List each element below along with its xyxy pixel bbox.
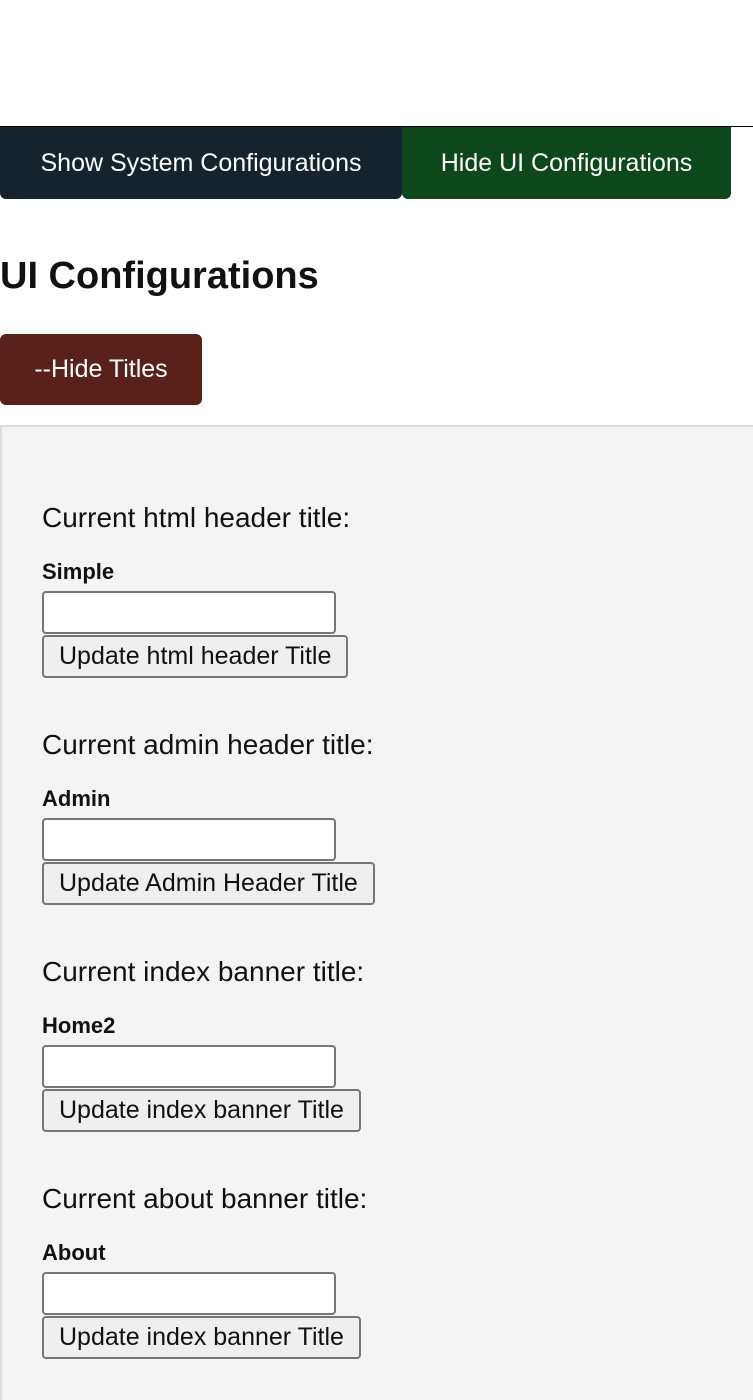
index-banner-title-label: Current index banner title: xyxy=(42,956,365,987)
html-header-title-input[interactable] xyxy=(42,591,336,634)
admin-header-title-label: Current admin header title: xyxy=(42,729,374,760)
admin-header-title-input[interactable] xyxy=(42,818,336,861)
update-html-header-title-button[interactable]: Update html header Title xyxy=(42,635,349,678)
html-header-title-group: Current html header title: Simple Update… xyxy=(42,502,351,678)
update-about-banner-title-button[interactable]: Update index banner Title xyxy=(42,1316,361,1359)
show-system-configurations-button[interactable]: Show System Configurations xyxy=(0,127,402,199)
admin-header-title-group: Current admin header title: Admin Update… xyxy=(42,729,375,905)
update-admin-header-title-button[interactable]: Update Admin Header Title xyxy=(42,862,375,905)
html-header-title-value: Simple xyxy=(42,559,115,584)
about-banner-title-input[interactable] xyxy=(42,1272,336,1315)
update-index-banner-title-button[interactable]: Update index banner Title xyxy=(42,1089,361,1132)
titles-panel: Current html header title: Simple Update… xyxy=(0,425,753,1400)
about-banner-title-value: About xyxy=(42,1240,106,1265)
html-header-title-label: Current html header title: xyxy=(42,502,351,533)
config-toggle-bar: Show System Configurations Hide UI Confi… xyxy=(0,127,753,199)
about-banner-title-group: Current about banner title: About Update… xyxy=(42,1183,368,1359)
index-banner-title-value: Home2 xyxy=(42,1013,116,1038)
index-banner-title-input[interactable] xyxy=(42,1045,336,1088)
about-banner-title-label: Current about banner title: xyxy=(42,1183,368,1214)
admin-header-title-value: Admin xyxy=(42,786,111,811)
ui-configurations-heading: UI Configurations xyxy=(0,255,319,297)
hide-ui-configurations-button[interactable]: Hide UI Configurations xyxy=(402,127,731,199)
top-blank-area xyxy=(0,0,753,127)
hide-titles-button[interactable]: --Hide Titles xyxy=(0,334,202,405)
index-banner-title-group: Current index banner title: Home2 Update… xyxy=(42,956,365,1132)
